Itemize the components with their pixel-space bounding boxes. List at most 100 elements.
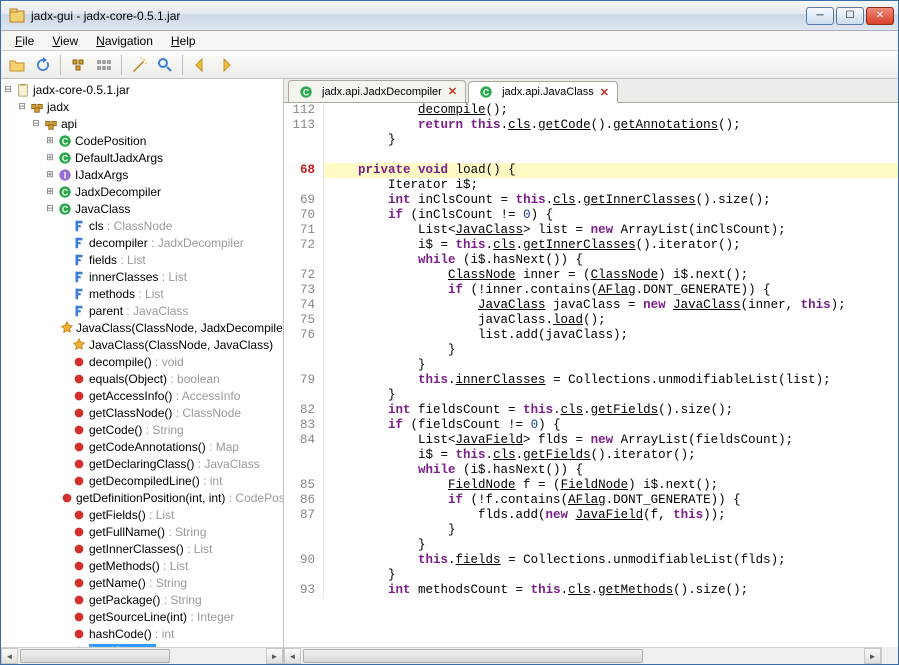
tree-twist-icon[interactable]: ⊟ [45,203,55,214]
code-line[interactable]: 76 list.add(javaClass); [284,328,898,343]
tree-member-getDefinitionPositionintint[interactable]: getDefinitionPosition(int, int) : CodePo… [1,489,283,506]
code-line[interactable]: 93 int methodsCount = this.cls.getMethod… [284,583,898,598]
menu-navigation[interactable]: Navigation [88,32,161,50]
tree-member-fields[interactable]: fields : List [1,251,283,268]
code-line[interactable]: 79 this.innerClasses = Collections.unmod… [284,373,898,388]
scroll-right-icon[interactable]: ► [864,648,881,664]
code-line[interactable]: 83 if (fieldsCount != 0) { [284,418,898,433]
menu-view[interactable]: View [44,32,86,50]
tree-hscroll[interactable]: ◄ ► [1,647,283,664]
open-button[interactable] [5,54,29,76]
tree-member-getPackage[interactable]: getPackage() : String [1,591,283,608]
code-line[interactable]: } [284,538,898,553]
tree-pkg-jadx[interactable]: ⊟jadx [1,98,283,115]
tree-member-methods[interactable]: methods : List [1,285,283,302]
tab-close-icon[interactable]: ✕ [600,86,609,99]
tree-class-CodePosition[interactable]: ⊞CCodePosition [1,132,283,149]
tree-member-getCode[interactable]: getCode() : String [1,421,283,438]
tree-twist-icon[interactable]: ⊟ [3,84,13,95]
code-line[interactable]: 74 JavaClass javaClass = new JavaClass(i… [284,298,898,313]
back-button[interactable] [188,54,212,76]
code-line[interactable]: 70 if (inClsCount != 0) { [284,208,898,223]
tree-class-JavaClass[interactable]: ⊟CJavaClass [1,200,283,217]
code-line[interactable]: 71 List<JavaClass> list = new ArrayList(… [284,223,898,238]
tree-member-getClassNode[interactable]: getClassNode() : ClassNode [1,404,283,421]
menu-file[interactable]: File [7,32,42,50]
tree-twist-icon[interactable]: ⊞ [45,186,55,197]
code-line[interactable]: while (i$.hasNext()) { [284,463,898,478]
close-button[interactable]: ✕ [866,7,894,25]
code-line[interactable] [284,148,898,163]
code-line[interactable]: 85 FieldNode f = (FieldNode) i$.next(); [284,478,898,493]
code-line[interactable]: 68 private void load() { [284,163,898,178]
tree-member-innerClasses[interactable]: innerClasses : List [1,268,283,285]
minimize-button[interactable]: ─ [806,7,834,25]
menu-help[interactable]: Help [163,32,204,50]
tree-twist-icon[interactable]: ⊟ [17,101,27,112]
tree-member-getCodeAnnotations[interactable]: getCodeAnnotations() : Map [1,438,283,455]
tree-class-IJadxArgs[interactable]: ⊞IIJadxArgs [1,166,283,183]
code-line[interactable]: i$ = this.cls.getFields().iterator(); [284,448,898,463]
scroll-left-icon[interactable]: ◄ [1,648,18,664]
tree-member-parent[interactable]: parent : JavaClass [1,302,283,319]
tree-member-getInnerClasses[interactable]: getInnerClasses() : List [1,540,283,557]
tree-member-getDecompiledLine[interactable]: getDecompiledLine() : int [1,472,283,489]
code-line[interactable]: 72 i$ = this.cls.getInnerClasses().itera… [284,238,898,253]
code-line[interactable]: 73 if (!inner.contains(AFlag.DONT_GENERA… [284,283,898,298]
tree-member-getName[interactable]: getName() : String [1,574,283,591]
code-line[interactable]: 69 int inClsCount = this.cls.getInnerCla… [284,193,898,208]
scroll-left-icon[interactable]: ◄ [284,648,301,664]
tree-member-decompile[interactable]: decompile() : void [1,353,283,370]
tree-class-DefaultJadxArgs[interactable]: ⊞CDefaultJadxArgs [1,149,283,166]
scroll-right-icon[interactable]: ► [266,648,283,664]
code-line[interactable]: 84 List<JavaField> flds = new ArrayList(… [284,433,898,448]
forward-button[interactable] [214,54,238,76]
code-line[interactable]: } [284,568,898,583]
code-line[interactable]: } [284,388,898,403]
tree-member-JavaClassClassNodeJadxDecompiler[interactable]: JavaClass(ClassNode, JadxDecompiler) [1,319,283,336]
search-button[interactable] [153,54,177,76]
code-line[interactable]: } [284,343,898,358]
code-line[interactable]: 86 if (!f.contains(AFlag.DONT_GENERATE))… [284,493,898,508]
code-line[interactable]: 72 ClassNode inner = (ClassNode) i$.next… [284,268,898,283]
code-line[interactable]: 113 return this.cls.getCode().getAnnotat… [284,118,898,133]
tree-member-equalsObject[interactable]: equals(Object) : boolean [1,370,283,387]
tree-member-JavaClassClassNodeJavaClass[interactable]: JavaClass(ClassNode, JavaClass) [1,336,283,353]
tree-class-JadxDecompiler[interactable]: ⊞CJadxDecompiler [1,183,283,200]
editor-tab[interactable]: Cjadx.api.JavaClass✕ [468,81,618,103]
code-line[interactable]: 75 javaClass.load(); [284,313,898,328]
editor-hscroll[interactable]: ◄ ► [284,647,881,664]
code-line[interactable]: 82 int fieldsCount = this.cls.getFields(… [284,403,898,418]
tree-pkg-api[interactable]: ⊟api [1,115,283,132]
tree-member-cls[interactable]: cls : ClassNode [1,217,283,234]
tree-member-hashCode[interactable]: hashCode() : int [1,625,283,642]
tree-twist-icon[interactable]: ⊞ [45,169,55,180]
code-line[interactable]: 90 this.fields = Collections.unmodifiabl… [284,553,898,568]
tree-twist-icon[interactable]: ⊞ [45,152,55,163]
tree-member-decompiler[interactable]: decompiler : JadxDecompiler [1,234,283,251]
tree-member-getSourceLineint[interactable]: getSourceLine(int) : Integer [1,608,283,625]
wand-button[interactable] [127,54,151,76]
tree-member-getAccessInfo[interactable]: getAccessInfo() : AccessInfo [1,387,283,404]
tree-twist-icon[interactable]: ⊞ [45,135,55,146]
code-editor[interactable]: 112 decompile();113 return this.cls.getC… [284,103,898,647]
tree-member-getDeclaringClass[interactable]: getDeclaringClass() : JavaClass [1,455,283,472]
flat-packages-button[interactable] [66,54,90,76]
code-line[interactable]: 87 flds.add(new JavaField(f, this)); [284,508,898,523]
sync-button[interactable] [31,54,55,76]
editor-tab[interactable]: Cjadx.api.JadxDecompiler✕ [288,80,466,102]
tree-member-getMethods[interactable]: getMethods() : List [1,557,283,574]
code-line[interactable]: Iterator i$; [284,178,898,193]
code-line[interactable]: 112 decompile(); [284,103,898,118]
tree-root[interactable]: ⊟jadx-core-0.5.1.jar [1,81,283,98]
tree-member-getFullName[interactable]: getFullName() : String [1,523,283,540]
code-line[interactable]: while (i$.hasNext()) { [284,253,898,268]
tab-close-icon[interactable]: ✕ [448,85,457,98]
maximize-button[interactable]: ☐ [836,7,864,25]
package-tree[interactable]: ⊟jadx-core-0.5.1.jar⊟jadx⊟api⊞CCodePosit… [1,79,283,647]
tree-twist-icon[interactable]: ⊟ [31,118,41,129]
deobfuscate-button[interactable] [92,54,116,76]
code-line[interactable]: } [284,133,898,148]
code-line[interactable]: } [284,523,898,538]
tree-member-getFields[interactable]: getFields() : List [1,506,283,523]
